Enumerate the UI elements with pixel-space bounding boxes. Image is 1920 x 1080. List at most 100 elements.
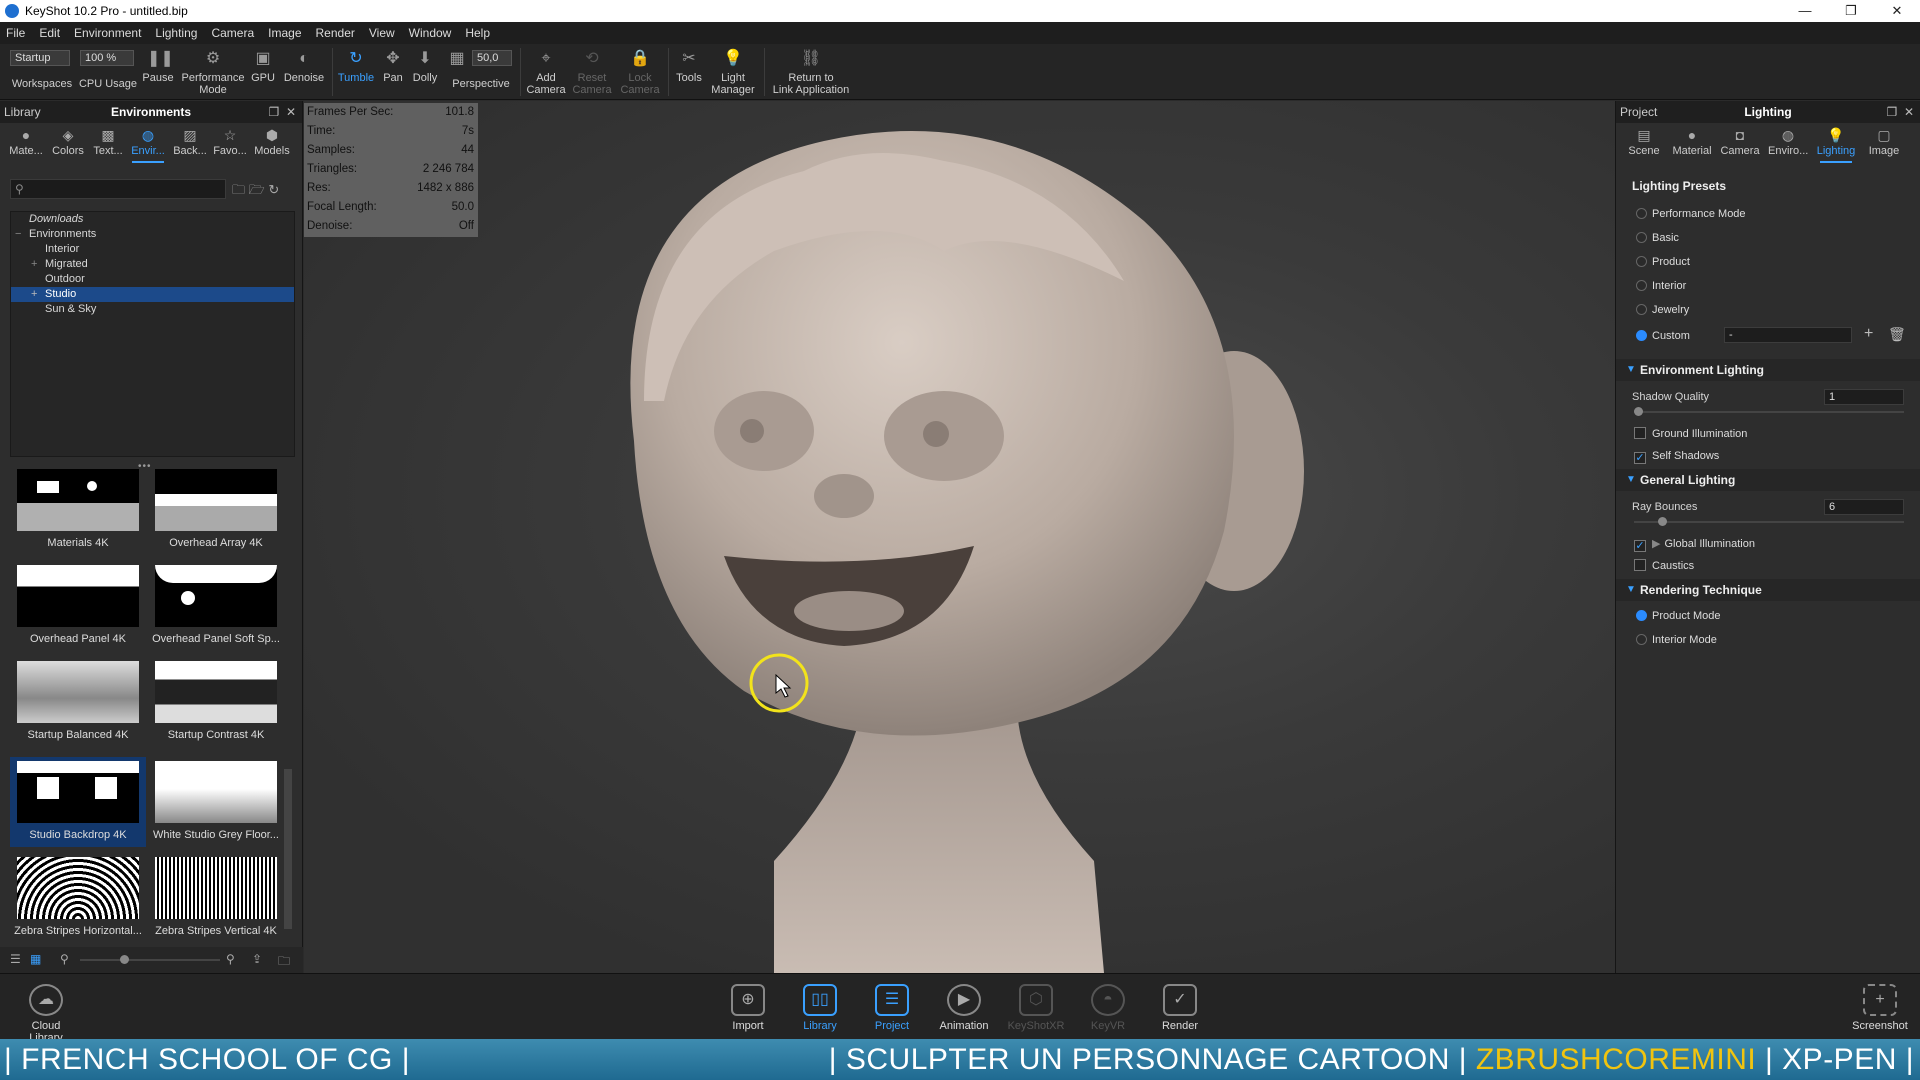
tab-environments[interactable]: ◍ Envir... — [128, 127, 168, 163]
ray-bounces-knob[interactable] — [1658, 517, 1667, 526]
light-manager-button[interactable]: 💡 Light Manager — [708, 48, 758, 96]
maximize-button[interactable]: ❐ — [1828, 0, 1874, 22]
thumbnail-materials-4k[interactable]: Materials 4K — [10, 469, 146, 559]
lock-camera-button[interactable]: 🔒 Lock Camera — [618, 48, 662, 96]
ray-bounces-slider[interactable] — [1634, 521, 1904, 523]
product-mode-radio[interactable]: Product Mode — [1636, 609, 1720, 623]
refresh-icon[interactable]: ↻ — [268, 182, 279, 197]
tree-item-sun-sky[interactable]: Sun & Sky — [11, 302, 294, 317]
add-camera-button[interactable]: ⌖ Add Camera — [524, 48, 568, 96]
reset-camera-button[interactable]: ⟲ Reset Camera — [570, 48, 614, 96]
folder-icon[interactable]: 🗀 — [278, 952, 290, 973]
tab-textures[interactable]: ▩ Text... — [88, 127, 128, 157]
custom-preset-select[interactable]: - — [1724, 327, 1852, 343]
zoom-in-icon[interactable]: ⚲ — [226, 952, 235, 966]
preset-performance-mode[interactable]: Performance Mode — [1636, 207, 1746, 221]
tools-button[interactable]: ✂ Tools — [672, 48, 706, 84]
tab-camera[interactable]: ◘ Camera — [1720, 127, 1760, 157]
denoise-button[interactable]: ◐ Denoise — [282, 48, 326, 84]
thumbnail-overhead-panel-4k[interactable]: Overhead Panel 4K — [10, 565, 146, 655]
tree-item-interior[interactable]: Interior — [11, 242, 294, 257]
list-view-icon[interactable]: ☰ — [10, 952, 21, 966]
menu-lighting[interactable]: Lighting — [155, 26, 197, 40]
dolly-button[interactable]: ⬇ Dolly — [408, 48, 442, 84]
performance-mode-button[interactable]: ⚙ Performance Mode — [178, 48, 248, 96]
tab-environment[interactable]: ◍ Enviro... — [1768, 127, 1808, 157]
thumbnail-overhead-array-4k[interactable]: Overhead Array 4K — [148, 469, 284, 559]
render-viewport[interactable] — [304, 101, 1615, 973]
tab-favorites[interactable]: ☆ Favo... — [210, 127, 250, 157]
upload-icon[interactable]: ⇪ — [252, 952, 262, 966]
thumbnail-overhead-panel-soft-sp[interactable]: Overhead Panel Soft Sp... — [148, 565, 284, 655]
expand-icon[interactable]: + — [31, 287, 37, 302]
thumbnails-scrollbar[interactable] — [284, 769, 292, 929]
return-to-link-application-button[interactable]: ⛓ Return to Link Application — [768, 48, 854, 96]
collapse-icon[interactable]: − — [15, 227, 21, 242]
environment-lighting-section[interactable]: ▼ Environment Lighting — [1616, 359, 1920, 381]
screenshot-button[interactable]: + Screenshot — [1850, 984, 1910, 1032]
self-shadows-checkbox[interactable]: ✓ Self Shadows — [1634, 449, 1719, 464]
render-button[interactable]: ✓ Render — [1150, 984, 1210, 1032]
preset-jewelry[interactable]: Jewelry — [1636, 303, 1689, 317]
workspace-select[interactable]: Startup — [10, 50, 70, 66]
interior-mode-radio[interactable]: Interior Mode — [1636, 633, 1717, 647]
menu-environment[interactable]: Environment — [74, 26, 141, 40]
shadow-quality-slider[interactable] — [1634, 411, 1904, 413]
menu-camera[interactable]: Camera — [211, 26, 254, 40]
thumbnail-size-slider[interactable] — [80, 959, 220, 961]
keyvr-button[interactable]: ◓ KeyVR — [1078, 984, 1138, 1032]
preset-basic[interactable]: Basic — [1636, 231, 1679, 245]
tab-image[interactable]: ▢ Image — [1864, 127, 1904, 157]
preset-custom[interactable]: Custom — [1636, 329, 1690, 343]
grid-view-icon[interactable]: ▦ — [30, 952, 41, 966]
menu-render[interactable]: Render — [316, 26, 355, 40]
preset-interior[interactable]: Interior — [1636, 279, 1686, 293]
shadow-quality-input[interactable]: 1 — [1824, 389, 1904, 405]
animation-button[interactable]: ▶ Animation — [934, 984, 994, 1032]
undock-icon[interactable]: ❐ — [269, 105, 280, 119]
thumbnail-white-studio-grey-floor[interactable]: White Studio Grey Floor... — [148, 757, 284, 847]
close-button[interactable]: ✕ — [1874, 0, 1920, 22]
tree-item-outdoor[interactable]: Outdoor — [11, 272, 294, 287]
keyshotxr-button[interactable]: ⬡ KeyShotXR — [1006, 984, 1066, 1032]
library-button[interactable]: ▯▯ Library — [784, 974, 856, 1042]
undock-icon[interactable]: ❐ — [1887, 105, 1898, 119]
fov-input[interactable]: 50,0 — [472, 50, 512, 66]
tab-backplates[interactable]: ▨ Back... — [170, 127, 210, 157]
close-panel-icon[interactable]: ✕ — [286, 105, 296, 119]
cloud-library-button[interactable]: ☁ Cloud Library — [16, 984, 76, 1044]
expand-arrow-icon[interactable]: ▶ — [1652, 538, 1660, 550]
tree-item-studio[interactable]: + Studio — [11, 287, 294, 302]
menu-help[interactable]: Help — [465, 26, 490, 40]
minimize-button[interactable]: — — [1782, 0, 1828, 22]
add-folder-icon[interactable]: 🗀 — [232, 182, 245, 197]
close-panel-icon[interactable]: ✕ — [1904, 105, 1914, 119]
tree-item-environments[interactable]: − Environments — [11, 227, 294, 242]
tree-item-migrated[interactable]: + Migrated — [11, 257, 294, 272]
menu-view[interactable]: View — [369, 26, 395, 40]
menu-edit[interactable]: Edit — [39, 26, 60, 40]
global-illumination-checkbox[interactable]: ✓ ▶ Global Illumination — [1634, 537, 1755, 552]
tab-material[interactable]: ● Material — [1672, 127, 1712, 157]
menu-image[interactable]: Image — [268, 26, 301, 40]
menu-window[interactable]: Window — [409, 26, 452, 40]
rendering-technique-section[interactable]: ▼ Rendering Technique — [1616, 579, 1920, 601]
cpu-usage-select[interactable]: 100 % — [80, 50, 134, 66]
workspaces-button[interactable]: Workspaces — [6, 78, 78, 90]
library-search-input[interactable]: ⚲ — [10, 179, 226, 199]
pan-button[interactable]: ✥ Pan — [378, 48, 408, 84]
thumbnail-startup-balanced-4k[interactable]: Startup Balanced 4K — [10, 661, 146, 751]
add-preset-icon[interactable]: + — [1864, 325, 1873, 343]
import-button[interactable]: ⊕ Import — [718, 984, 778, 1032]
open-folder-icon[interactable]: 🗁 — [249, 182, 265, 197]
tab-colors[interactable]: ◈ Colors — [48, 127, 88, 157]
thumbnail-zebra-stripes-horizontal[interactable]: Zebra Stripes Horizontal... — [10, 853, 146, 943]
tree-item-downloads[interactable]: Downloads — [11, 212, 294, 227]
expand-icon[interactable]: + — [31, 257, 37, 272]
cpu-usage-button[interactable]: CPU Usage — [78, 78, 138, 90]
ground-illumination-checkbox[interactable]: Ground Illumination — [1634, 427, 1747, 441]
thumbnail-zebra-stripes-vertical-4k[interactable]: Zebra Stripes Vertical 4K — [148, 853, 284, 943]
gpu-button[interactable]: ▣ GPU — [248, 48, 278, 84]
tab-scene[interactable]: ▤ Scene — [1624, 127, 1664, 157]
perspective-button[interactable]: Perspective — [448, 78, 514, 90]
